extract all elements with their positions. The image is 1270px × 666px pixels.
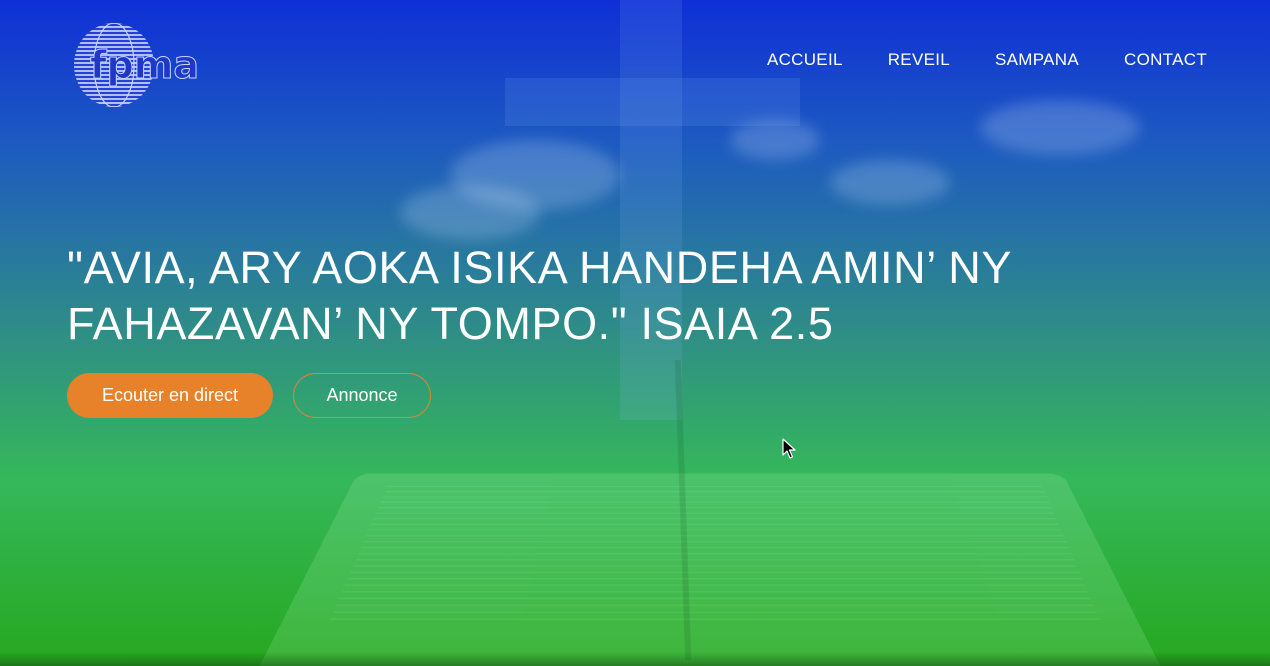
background-cloud (830, 160, 950, 205)
background-cross-horizontal (505, 78, 800, 126)
mouse-pointer-icon (782, 438, 796, 459)
background-cloud (730, 120, 820, 160)
background-cloud (980, 100, 1140, 155)
announcement-button[interactable]: Annonce (293, 373, 431, 418)
background-bible-text (330, 485, 1100, 620)
fpma-globe-logo: fpma (74, 23, 199, 107)
logo-text: fpma (90, 43, 199, 87)
nav-item-contact[interactable]: CONTACT (1124, 50, 1207, 70)
nav-item-accueil[interactable]: ACCUEIL (767, 50, 843, 70)
nav-item-reveil[interactable]: REVEIL (888, 50, 950, 70)
hero-verse: "AVIA, ARY AOKA ISIKA HANDEHA AMIN’ NY F… (67, 242, 1012, 349)
background-grass (0, 652, 1270, 666)
main-nav: ACCUEIL REVEIL SAMPANA CONTACT (767, 50, 1207, 70)
background-cross-vertical (620, 0, 682, 420)
site-logo[interactable]: fpma (72, 20, 200, 110)
listen-live-button[interactable]: Ecouter en direct (67, 373, 273, 418)
nav-item-sampana[interactable]: SAMPANA (995, 50, 1079, 70)
background-cloud (400, 185, 540, 240)
hero-section: fpma ACCUEIL REVEIL SAMPANA CONTACT "AVI… (0, 0, 1270, 666)
